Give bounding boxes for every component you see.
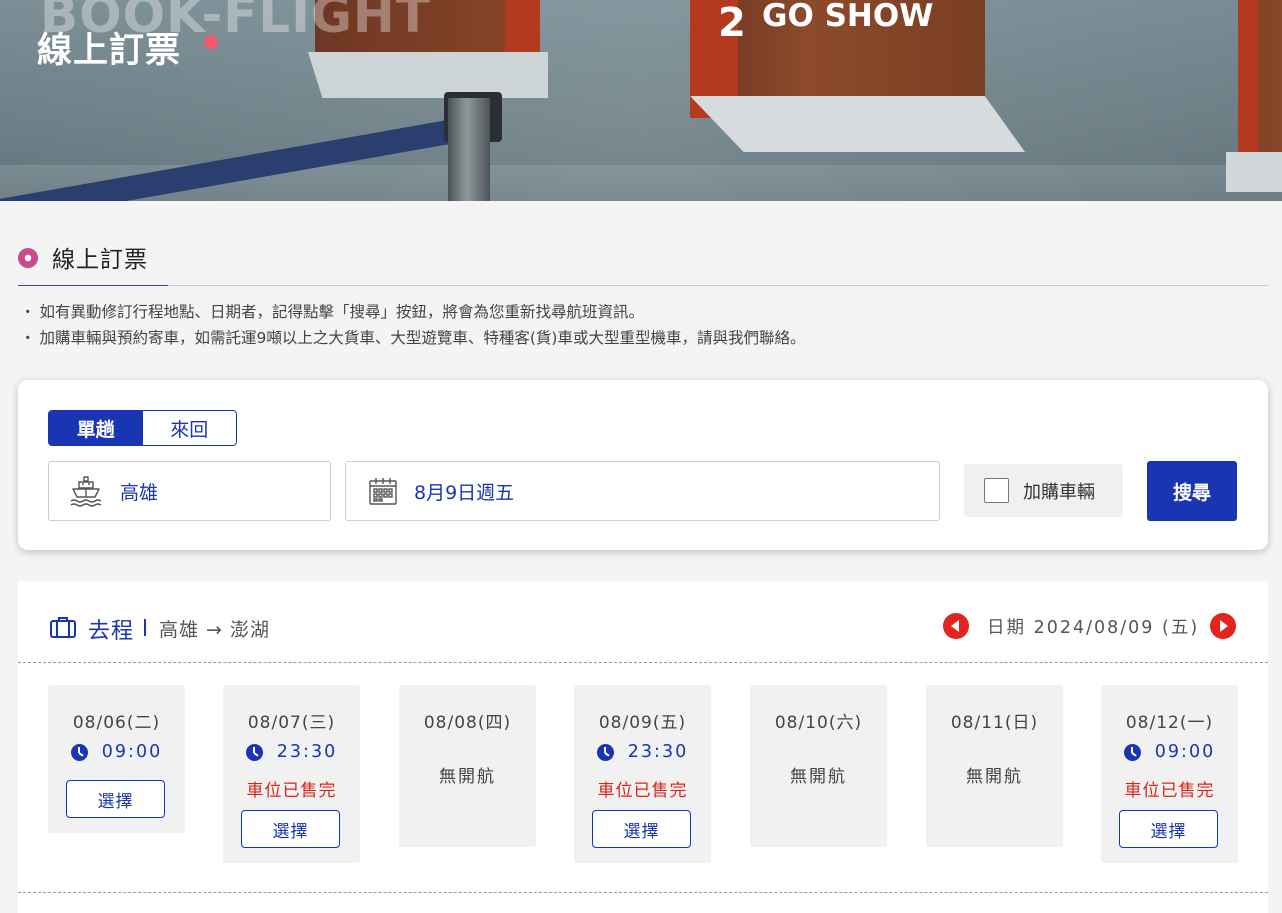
sailing-time-value: 09:00 <box>1154 742 1216 762</box>
hero-pole <box>448 98 490 201</box>
day-card-0810: 08/10(六) 無開航 <box>750 685 887 847</box>
no-sailing-label: 無開航 <box>790 767 847 787</box>
hero-shelf-mid <box>690 96 1025 152</box>
results-divider <box>18 892 1268 893</box>
select-button[interactable]: 選擇 <box>1119 810 1218 848</box>
trip-round-button[interactable]: 來回 <box>142 411 236 445</box>
hero-sign-right <box>1238 0 1282 160</box>
hero-banner: 2 GO SHOW BOOK-FLIGHT 線上訂票 <box>0 0 1282 201</box>
day-card-0809: 08/09(五) 23:30 車位已售完 選擇 <box>574 685 711 863</box>
sailing-time: 23:30 <box>223 742 360 762</box>
trip-one-way-button[interactable]: 單趟 <box>49 411 143 445</box>
day-date: 08/09(五) <box>598 713 687 733</box>
section-title: 線上訂票 <box>52 247 148 273</box>
sold-out-status: 車位已售完 <box>246 781 337 801</box>
clock-icon <box>70 743 88 761</box>
day-card-0808: 08/08(四) 無開航 <box>399 685 536 847</box>
trip-type-toggle: 單趟 來回 <box>48 410 237 446</box>
results-header: 去程 高雄 → 澎湖 日期 2024/08/09 (五) <box>18 581 1268 663</box>
route-label: 高雄 → 澎湖 <box>159 619 270 641</box>
note-item: 如有異動修訂行程地點、日期者，記得點擊「搜尋」按鈕，將會為您重新找尋航班資訊。 <box>20 299 805 325</box>
sold-out-status: 車位已售完 <box>1124 781 1215 801</box>
current-date-label: 日期 2024/08/09 (五) <box>987 618 1200 638</box>
hero-sign-number: 2 <box>718 0 746 46</box>
clock-icon <box>596 743 614 761</box>
day-card-0807: 08/07(三) 23:30 車位已售完 選擇 <box>223 685 360 863</box>
hero-shelf-left <box>308 52 548 98</box>
no-sailing-label: 無開航 <box>966 767 1023 787</box>
select-button[interactable]: 選擇 <box>241 810 340 848</box>
direction-label: 去程 <box>88 619 135 644</box>
add-vehicle-label: 加購車輛 <box>1023 481 1095 503</box>
note-item: 加購車輛與預約寄車，如需託運9噸以上之大貨車、大型遊覽車、特種客(貨)車或大型重… <box>20 325 806 351</box>
results-panel: 去程 高雄 → 澎湖 日期 2024/08/09 (五) 08/06(二) 09… <box>18 581 1268 913</box>
departure-date-field[interactable]: 8月9日週五 <box>345 461 940 521</box>
day-date: 08/07(三) <box>247 713 336 733</box>
add-vehicle-checkbox[interactable]: 加購車輛 <box>964 464 1123 517</box>
day-card-0811: 08/11(日) 無開航 <box>926 685 1063 847</box>
notes-list: 如有異動修訂行程地點、日期者，記得點擊「搜尋」按鈕，將會為您重新找尋航班資訊。 … <box>20 299 806 351</box>
day-date: 08/11(日) <box>950 713 1039 733</box>
clock-icon <box>1123 743 1141 761</box>
hero-title: 線上訂票 <box>37 31 182 71</box>
departure-port-value: 高雄 <box>120 481 159 504</box>
search-card: 單趟 來回 高雄 8月9日週五 加購車輛 搜尋 <box>18 380 1268 550</box>
sailing-time-value: 09:00 <box>101 742 163 762</box>
hero-shelf-right <box>1226 152 1282 192</box>
hero-dot-icon <box>204 35 218 49</box>
sailing-time: 23:30 <box>574 742 711 762</box>
search-button[interactable]: 搜尋 <box>1147 461 1237 521</box>
sailing-time: 09:00 <box>48 742 185 762</box>
day-date: 08/08(四) <box>423 713 512 733</box>
day-card-0812: 08/12(一) 09:00 車位已售完 選擇 <box>1101 685 1238 863</box>
calendar-icon <box>368 474 398 508</box>
no-sailing-label: 無開航 <box>439 767 496 787</box>
section-heading: 線上訂票 <box>18 238 168 286</box>
ship-icon <box>69 474 103 508</box>
sailing-time: 09:00 <box>1101 742 1238 762</box>
sold-out-status: 車位已售完 <box>597 781 688 801</box>
sailing-time-value: 23:30 <box>276 742 338 762</box>
day-card-0806: 08/06(二) 09:00 選擇 <box>48 685 185 833</box>
section-divider <box>168 285 1268 286</box>
day-date: 08/12(一) <box>1125 713 1214 733</box>
target-dot-icon <box>18 248 38 268</box>
select-button[interactable]: 選擇 <box>592 810 691 848</box>
departure-date-value: 8月9日週五 <box>414 481 515 504</box>
next-date-button[interactable] <box>1210 613 1236 639</box>
direction-separator <box>144 619 146 636</box>
hero-sign-text: GO SHOW <box>762 0 934 34</box>
departure-port-field[interactable]: 高雄 <box>48 461 331 521</box>
prev-date-button[interactable] <box>943 613 969 639</box>
sailing-time-value: 23:30 <box>627 742 689 762</box>
day-date: 08/10(六) <box>774 713 863 733</box>
day-date: 08/06(二) <box>72 713 161 733</box>
clock-icon <box>245 743 263 761</box>
checkbox-box[interactable] <box>984 478 1009 503</box>
select-button[interactable]: 選擇 <box>66 780 165 818</box>
luggage-icon <box>50 616 76 638</box>
